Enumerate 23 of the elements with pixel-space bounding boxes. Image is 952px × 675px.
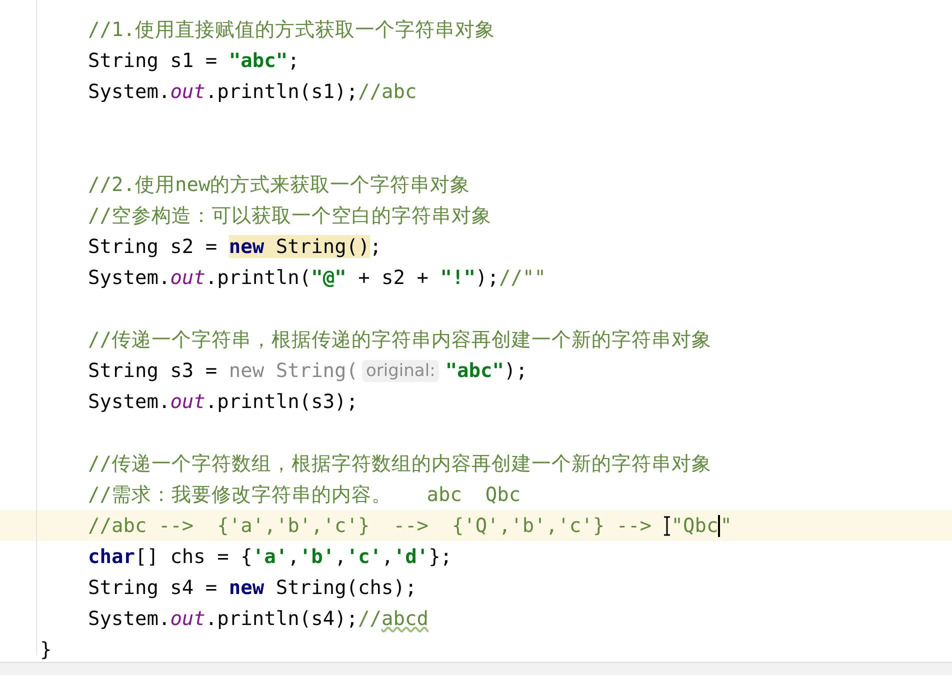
code-text: //1.使用直接赋值的方式获取一个字符串对象 [88,17,495,43]
code-text: char[] chs = {'a','b','c','d'}; [88,545,452,568]
code-text: //传递一个字符数组，根据字符数组的内容再创建一个新的字符串对象 [88,451,712,477]
code-text: //传递一个字符串，根据传递的字符串内容再创建一个新的字符串对象 [88,327,712,353]
code-text: //空参构造：可以获取一个空白的字符串对象 [88,203,492,229]
code-text: //2.使用new的方式来获取一个字符串对象 [88,172,470,198]
code-text: "Qbc [671,514,718,537]
code-text: //abc --> {'a','b','c'} --> {'Q','b','c'} --> [88,514,653,537]
code-text: } [40,638,52,661]
parameter-hint: original: [362,360,440,382]
code-text: System.out.println(s1);//abc [88,80,417,103]
code-text: //需求：我要修改字符串的内容。 abc Qbc [88,482,521,508]
code-text: System.out.println("@" + s2 + "!");//"" [88,266,546,289]
code-text: String s4 = new String(chs); [88,576,417,599]
i-beam-pointer-icon [663,514,672,536]
code-text: System.out.println(s4);//abcd [88,607,428,630]
code-text: "abc"); [445,359,528,382]
code-text: String s2 = new String(); [88,235,382,258]
text-cursor [718,514,720,536]
code-text: System.out.println(s3); [88,390,358,413]
code-text: String s1 = "abc"; [88,49,300,72]
code-text: String s3 = new String( [88,359,358,382]
code-text: " [720,514,732,537]
